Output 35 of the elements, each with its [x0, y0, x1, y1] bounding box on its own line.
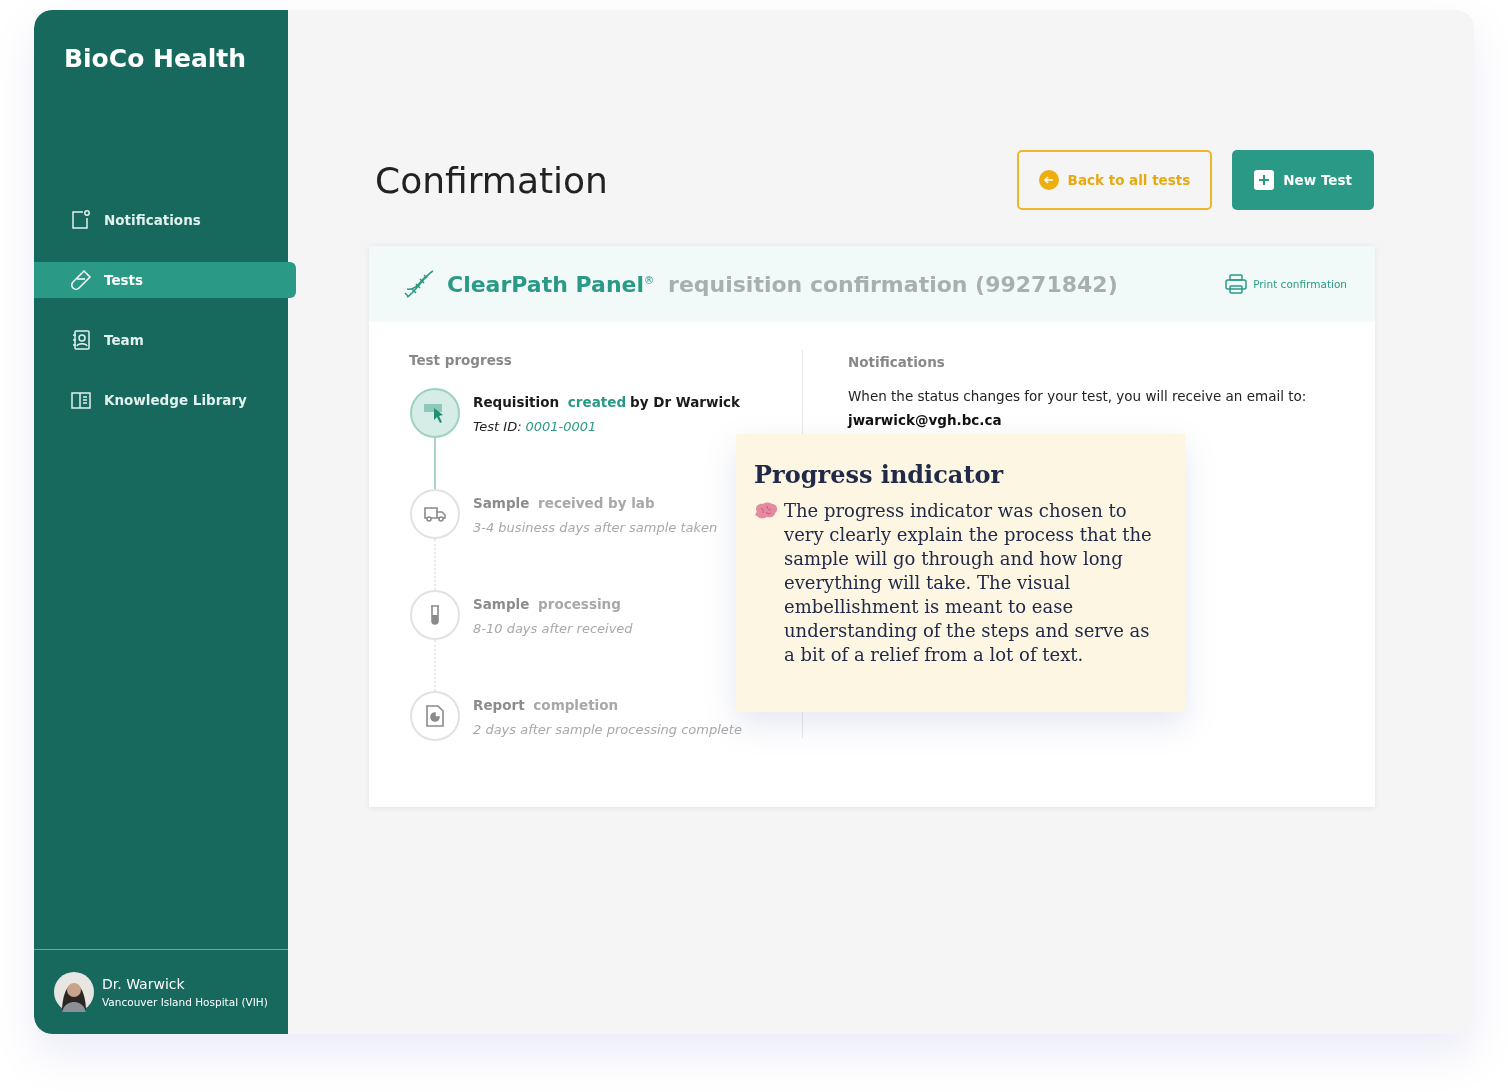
section-heading: Test progress	[409, 352, 513, 368]
test-tube-icon	[70, 269, 92, 291]
sidebar-item[interactable]: Notifications	[34, 202, 296, 238]
panel-subtitle: requisition confirmation (99271842)	[668, 271, 1118, 297]
brand-logo: BioCo Health	[63, 43, 248, 75]
book-icon	[70, 389, 92, 411]
printer-icon	[1225, 274, 1248, 294]
step-title: Sample processing	[473, 596, 622, 612]
print-link[interactable]: Print confirmation	[1225, 274, 1347, 294]
page-title: Confirmation	[375, 159, 608, 201]
user-name: Dr. Warwick	[102, 976, 186, 992]
panel-name: ClearPath Panel$^{®}$	[447, 271, 655, 297]
step-title: Report completion	[473, 697, 620, 713]
sidebar-item[interactable]: Tests	[34, 262, 296, 298]
back-button[interactable]: Back to all tests	[1016, 150, 1213, 210]
sidebar-item[interactable]: Knowledge Library	[34, 382, 296, 418]
step-title: Sample received by lab	[473, 495, 656, 511]
plus-icon	[1254, 170, 1275, 190]
step-title: Requisition created by Dr Warwick	[473, 394, 741, 410]
step-detail: 8-10 days after received	[473, 621, 633, 636]
note-title: Progress indicator	[754, 460, 1005, 489]
email-address: jwarwick@vgh.bc.ca	[848, 412, 1003, 428]
contact-book-icon	[70, 329, 92, 351]
brain-icon	[754, 502, 778, 520]
step-detail: Test ID: 0001-0001	[473, 419, 598, 434]
note-text: The progress indicator was chosen to very clearly explain the process that the sample will go through and how long everything will take. The visual embellishment is meant to ease understanding of the steps and serve as a bit of a relief from a lot of text.	[784, 499, 1153, 667]
user-hospital: Vancouver Island Hospital (VIH)	[102, 996, 268, 1008]
step-detail: 3-4 business days after sample taken	[473, 520, 718, 535]
notification-text: When the status changes for your test, you will receive an email to:	[848, 388, 1307, 404]
section-heading: Notifications	[848, 354, 946, 370]
bell-box-icon	[70, 209, 92, 231]
step-detail: 2 days after sample processing complete	[473, 722, 742, 737]
new-test-button[interactable]: New Test	[1232, 150, 1374, 210]
sidebar-item[interactable]: Team	[34, 322, 296, 358]
avatar	[54, 972, 94, 1012]
